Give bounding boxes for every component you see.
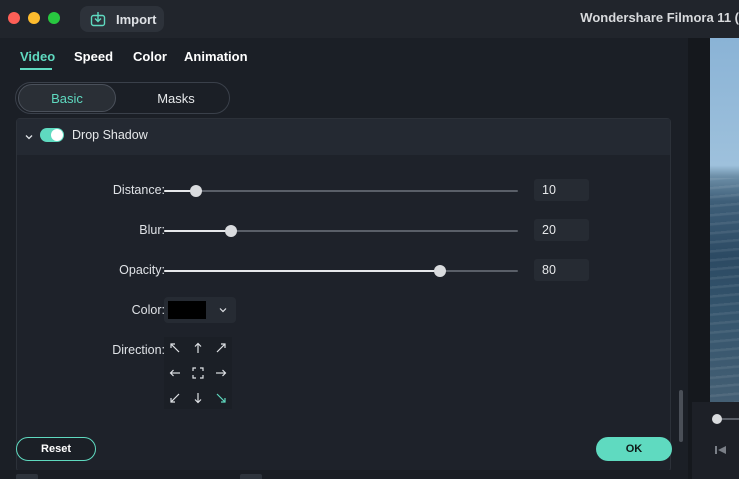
app-title: Wondershare Filmora 11 ( [580, 10, 739, 25]
bottom-tab-2 [240, 474, 262, 479]
playback-progress-knob[interactable] [712, 414, 722, 424]
player-controls [692, 402, 739, 479]
opacity-label: Opacity: [119, 263, 165, 277]
drop-shadow-toggle[interactable] [40, 128, 64, 142]
import-label: Import [116, 12, 157, 27]
bottom-strip [0, 470, 688, 479]
color-label: Color: [131, 303, 165, 317]
tab-speed[interactable]: Speed [74, 49, 113, 64]
direction-label: Direction: [112, 343, 165, 357]
previous-frame-icon[interactable] [714, 444, 728, 456]
direction-right-icon[interactable] [210, 362, 232, 384]
distance-label: Distance: [112, 183, 165, 197]
import-icon [90, 12, 106, 27]
preview-image [710, 38, 739, 402]
maximize-window-button[interactable] [48, 12, 60, 24]
blur-slider-fill [164, 230, 232, 232]
chevron-down-icon [219, 308, 227, 313]
drop-shadow-title: Drop Shadow [72, 128, 148, 142]
direction-bottom-right-icon[interactable] [210, 387, 232, 409]
opacity-slider[interactable] [164, 265, 518, 277]
import-button[interactable]: Import [80, 6, 164, 32]
direction-left-icon[interactable] [164, 362, 186, 384]
direction-bottom-left-icon[interactable] [164, 387, 186, 409]
toggle-knob [51, 129, 63, 141]
tab-animation[interactable]: Animation [184, 49, 248, 64]
segment-masks[interactable]: Masks [126, 85, 226, 111]
tab-video[interactable]: Video [20, 49, 55, 64]
opacity-slider-fill [164, 270, 441, 272]
distance-slider[interactable] [164, 185, 518, 197]
distance-value[interactable]: 10 [534, 179, 589, 201]
active-tab-indicator [20, 68, 52, 70]
ok-button[interactable]: OK [596, 437, 672, 461]
direction-down-icon[interactable] [187, 387, 209, 409]
close-window-button[interactable] [8, 12, 20, 24]
reset-button[interactable]: Reset [16, 437, 96, 461]
basic-masks-switch: Basic Masks [15, 82, 230, 114]
drop-shadow-section: Drop Shadow Distance: 10 Blur: 20 Opacit… [16, 118, 671, 472]
segment-basic[interactable]: Basic [18, 84, 116, 112]
preview-waves [710, 178, 739, 402]
blur-label: Blur: [139, 223, 165, 237]
direction-grid [164, 337, 232, 409]
direction-up-icon[interactable] [187, 337, 209, 359]
direction-top-right-icon[interactable] [210, 337, 232, 359]
chevron-down-icon[interactable] [23, 131, 35, 143]
tab-bar: Video Speed Color Animation [0, 38, 688, 76]
opacity-slider-knob[interactable] [434, 265, 447, 277]
blur-value[interactable]: 20 [534, 219, 589, 241]
direction-top-left-icon[interactable] [164, 337, 186, 359]
opacity-value[interactable]: 80 [534, 259, 589, 281]
distance-slider-knob[interactable] [189, 185, 202, 197]
tab-color[interactable]: Color [133, 49, 167, 64]
color-picker[interactable] [164, 297, 236, 323]
minimize-window-button[interactable] [28, 12, 40, 24]
panel-scrollbar[interactable] [679, 390, 683, 442]
color-swatch [168, 301, 206, 319]
drop-shadow-header[interactable]: Drop Shadow [17, 119, 670, 155]
bottom-tab-1 [16, 474, 38, 479]
blur-slider[interactable] [164, 225, 518, 237]
title-bar: Import Wondershare Filmora 11 ( [0, 0, 739, 38]
properties-panel: Video Speed Color Animation Basic Masks … [0, 38, 688, 479]
blur-slider-knob[interactable] [225, 225, 238, 237]
direction-center-icon[interactable] [187, 362, 209, 384]
